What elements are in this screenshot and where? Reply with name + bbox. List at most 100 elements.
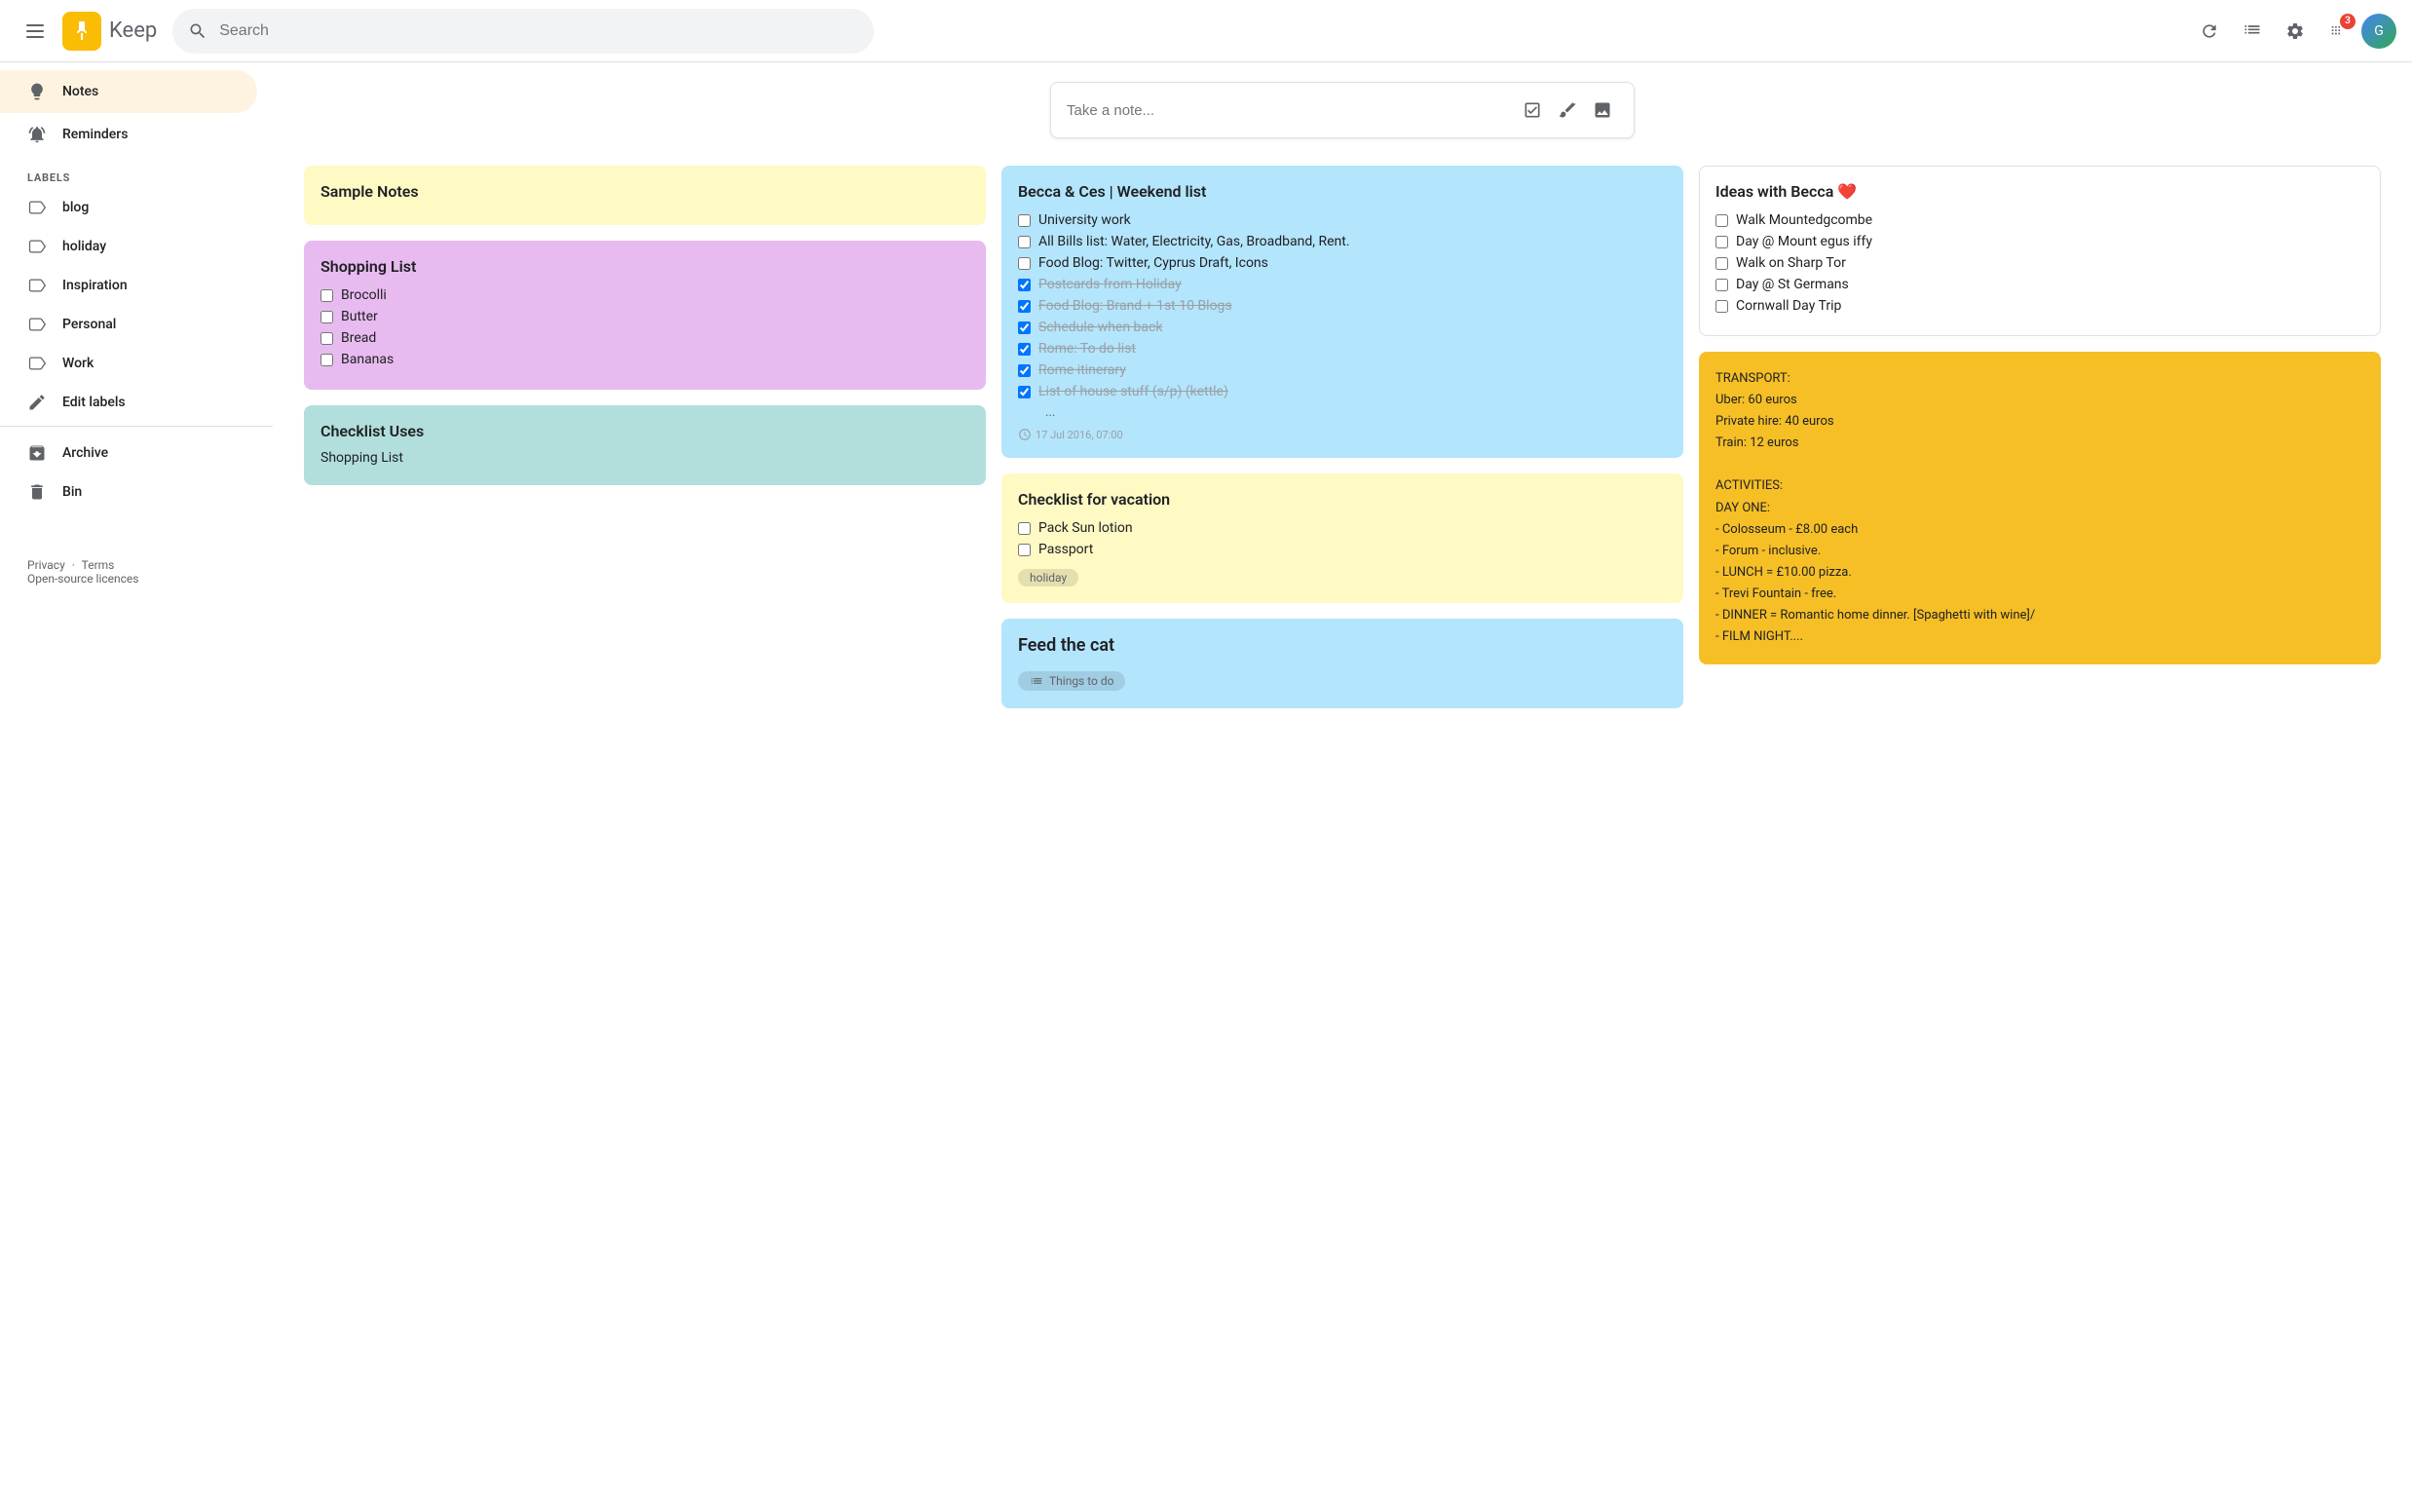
image-icon-btn[interactable]: [1587, 94, 1618, 126]
note-input-bar[interactable]: [1050, 82, 1635, 138]
archive-icon: [27, 443, 47, 463]
menu-button[interactable]: [16, 12, 55, 51]
checkbox-square-icon: [1523, 100, 1542, 120]
terms-link[interactable]: Terms: [82, 558, 115, 572]
checklist-item-u3: Food Blog: Twitter, Cyprus Draft, Icons: [1018, 255, 1667, 271]
checklist-item-1: Butter: [320, 309, 969, 324]
sidebar-archive-label: Archive: [62, 445, 108, 461]
checkbox-icon-btn[interactable]: [1517, 94, 1548, 126]
checklist-checkbox-c2[interactable]: [1018, 300, 1031, 313]
note-card-checklist-uses[interactable]: Checklist Uses Shopping List: [304, 405, 986, 485]
notification-button[interactable]: 3: [2318, 12, 2357, 51]
note-input[interactable]: [1067, 102, 1505, 119]
labels-heading: LABELS: [0, 164, 273, 188]
sidebar-label-holiday: holiday: [62, 239, 106, 254]
avatar[interactable]: G: [2361, 14, 2396, 49]
checklist-checkbox-c6[interactable]: [1018, 386, 1031, 398]
sidebar-item-blog[interactable]: blog: [0, 188, 257, 227]
checklist-label-c5: Rome itinerary: [1038, 362, 1126, 378]
label-icon-blog: [27, 198, 47, 217]
checklist-label-c4: Rome: To do list: [1038, 341, 1136, 357]
settings-button[interactable]: [2276, 12, 2315, 51]
checklist-item-b2: Day @ Mount egus iffy: [1715, 234, 2364, 249]
search-input[interactable]: [219, 22, 858, 40]
sidebar-edit-labels[interactable]: Edit labels: [0, 383, 257, 422]
sidebar-item-reminders[interactable]: Reminders: [0, 113, 257, 156]
checklist-item-0: Brocolli: [320, 287, 969, 303]
checklist-item-v2: Passport: [1018, 542, 1667, 557]
search-bar: [172, 9, 874, 54]
footer-dot: ·: [72, 558, 75, 572]
sidebar-item-notes-label: Notes: [62, 84, 98, 99]
checklist-checkbox-u3[interactable]: [1018, 257, 1031, 270]
checklist-item-c5: Rome itinerary: [1018, 362, 1667, 378]
checklist-checkbox-v2[interactable]: [1018, 544, 1031, 556]
checklist-item-u1: University work: [1018, 212, 1667, 228]
note-card-shopping-list[interactable]: Shopping List Brocolli Butter Bread Bana…: [304, 241, 986, 390]
checklist-label-u1: University work: [1038, 212, 1131, 228]
checklist-checkbox-u1[interactable]: [1018, 214, 1031, 227]
checklist-checkbox-c4[interactable]: [1018, 343, 1031, 356]
checklist-checkbox-b4[interactable]: [1715, 279, 1728, 291]
checklist-item-2: Bread: [320, 330, 969, 346]
checklist-checkbox-1[interactable]: [320, 311, 333, 323]
checklist-checkbox-c5[interactable]: [1018, 364, 1031, 377]
checklist-checkbox-c3[interactable]: [1018, 321, 1031, 334]
sidebar-item-bin[interactable]: Bin: [0, 472, 257, 511]
sidebar-item-holiday[interactable]: holiday: [0, 227, 257, 266]
sidebar-item-work[interactable]: Work: [0, 344, 257, 383]
sidebar-bin-label: Bin: [62, 484, 82, 500]
note-card-feed-cat[interactable]: Feed the cat Things to do: [1001, 619, 1683, 708]
checklist-checkbox-c1[interactable]: [1018, 279, 1031, 291]
note-card-vacation[interactable]: Checklist for vacation Pack Sun lotion P…: [1001, 473, 1683, 603]
checklist-checkbox-3[interactable]: [320, 354, 333, 366]
note-title: Checklist for vacation: [1018, 490, 1667, 509]
checklist-label-c1: Postcards from Holiday: [1038, 277, 1182, 292]
label-icon-work: [27, 354, 47, 373]
checklist-label-c3: Schedule when back: [1038, 320, 1162, 335]
note-more: ...: [1045, 405, 1667, 420]
avatar-initials: G: [2374, 23, 2384, 39]
checklist-checkbox-v1[interactable]: [1018, 522, 1031, 535]
draw-icon-btn[interactable]: [1552, 94, 1583, 126]
sidebar: Notes Reminders LABELS blog holiday: [0, 62, 273, 1512]
checklist-item-c3: Schedule when back: [1018, 320, 1667, 335]
note-card-sample-notes[interactable]: Sample Notes: [304, 166, 986, 225]
sidebar-item-notes[interactable]: Notes: [0, 70, 257, 113]
refresh-button[interactable]: [2190, 12, 2229, 51]
note-card-becca-ces[interactable]: Becca & Ces | Weekend list University wo…: [1001, 166, 1683, 458]
list-view-button[interactable]: [2233, 12, 2272, 51]
note-card-transport[interactable]: TRANSPORT: Uber: 60 euros Private hire: …: [1699, 352, 2381, 664]
main-content: Sample Notes Shopping List Brocolli Butt…: [273, 62, 2412, 1512]
sidebar-label-inspiration: Inspiration: [62, 278, 128, 293]
label-icon-personal: [27, 315, 47, 334]
sidebar-item-inspiration[interactable]: Inspiration: [0, 266, 257, 305]
note-body: Shopping List: [320, 448, 969, 469]
note-title: Feed the cat: [1018, 635, 1667, 656]
bell-icon: [27, 125, 47, 144]
note-card-ideas-becca[interactable]: Ideas with Becca ❤️ Walk Mountedgcombe D…: [1699, 166, 2381, 336]
checklist-checkbox-2[interactable]: [320, 332, 333, 345]
note-title: Ideas with Becca ❤️: [1715, 182, 2364, 201]
checklist-checkbox-b3[interactable]: [1715, 257, 1728, 270]
sidebar-item-personal[interactable]: Personal: [0, 305, 257, 344]
open-source-link[interactable]: Open-source licences: [27, 572, 138, 586]
note-title: Checklist Uses: [320, 422, 969, 440]
note-tag-holiday: holiday: [1018, 569, 1078, 586]
checklist-checkbox-b2[interactable]: [1715, 236, 1728, 248]
draw-icon: [1558, 100, 1577, 120]
sidebar-item-archive[interactable]: Archive: [0, 434, 257, 472]
note-title: Becca & Ces | Weekend list: [1018, 182, 1667, 201]
checklist-checkbox-b1[interactable]: [1715, 214, 1728, 227]
image-icon: [1593, 100, 1612, 120]
checklist-label-b4: Day @ St Germans: [1736, 277, 1849, 292]
privacy-link[interactable]: Privacy: [27, 558, 65, 572]
checklist-checkbox-b5[interactable]: [1715, 300, 1728, 313]
pencil-icon: [27, 393, 47, 412]
checklist-checkbox-0[interactable]: [320, 289, 333, 302]
checklist-label-v2: Passport: [1038, 542, 1093, 557]
checklist-item-b4: Day @ St Germans: [1715, 277, 2364, 292]
checklist-item-v1: Pack Sun lotion: [1018, 520, 1667, 536]
checklist-checkbox-u2[interactable]: [1018, 236, 1031, 248]
checklist-item-b1: Walk Mountedgcombe: [1715, 212, 2364, 228]
